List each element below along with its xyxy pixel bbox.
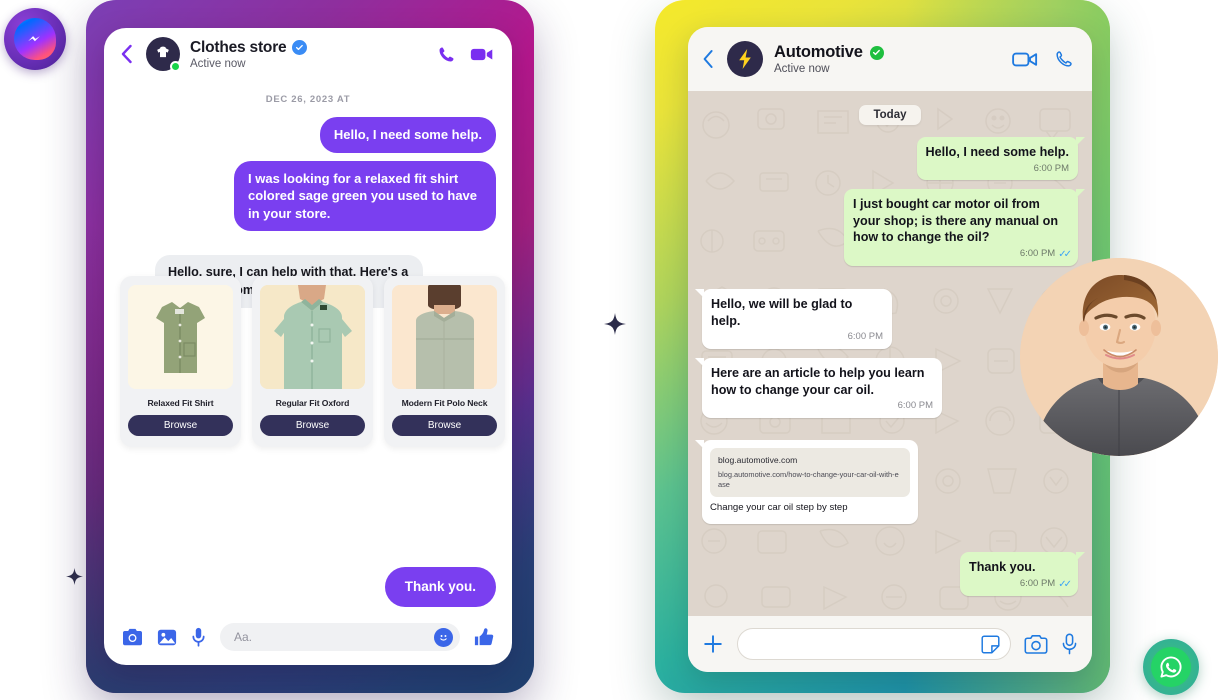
message-row: Thank you. 6:00 PM ✓✓ bbox=[702, 551, 1085, 596]
whatsapp-contact-name: Automotive bbox=[774, 43, 863, 61]
messenger-contact-info: Clothes store Active now bbox=[190, 39, 427, 70]
clothing-store-icon[interactable] bbox=[146, 37, 181, 72]
message-input[interactable] bbox=[737, 628, 1011, 660]
browse-button[interactable]: Browse bbox=[260, 415, 365, 436]
message-bubble-link-preview[interactable]: blog.automotive.com blog.automotive.com/… bbox=[695, 439, 918, 524]
phone-icon[interactable] bbox=[1054, 49, 1074, 69]
chevron-left-icon[interactable] bbox=[120, 44, 136, 64]
product-card[interactable]: Modern Fit Polo Neck Browse bbox=[384, 276, 505, 447]
microphone-icon[interactable] bbox=[1061, 633, 1078, 655]
messenger-logo-badge[interactable] bbox=[4, 8, 66, 70]
thumbs-up-icon[interactable] bbox=[474, 627, 494, 647]
sticker-icon[interactable] bbox=[981, 634, 1000, 654]
message-input[interactable]: Aa. bbox=[220, 623, 460, 651]
chevron-left-icon[interactable] bbox=[702, 49, 716, 69]
microphone-icon[interactable] bbox=[191, 627, 206, 647]
verified-check-icon bbox=[292, 40, 308, 55]
read-receipt-icon: ✓✓ bbox=[1058, 248, 1072, 260]
messenger-datestamp: DEC 26, 2023 AT bbox=[265, 94, 351, 105]
whatsapp-contact-status: Active now bbox=[774, 63, 830, 75]
whatsapp-contact-info: Automotive Active now bbox=[774, 43, 1001, 75]
messenger-bubble-icon bbox=[14, 18, 56, 60]
whatsapp-phone-icon bbox=[1151, 647, 1191, 687]
product-image bbox=[128, 285, 233, 389]
camera-icon[interactable] bbox=[122, 628, 143, 647]
smiling-young-man-photo bbox=[1020, 258, 1218, 456]
link-preview-card[interactable]: blog.automotive.com blog.automotive.com/… bbox=[710, 447, 910, 497]
product-title: Modern Fit Polo Neck bbox=[401, 398, 488, 408]
message-meta: 6:00 PM bbox=[926, 163, 1069, 176]
product-card[interactable]: Relaxed Fit Shirt Browse bbox=[120, 276, 241, 447]
lightning-bolt-icon[interactable] bbox=[727, 41, 763, 77]
message-row: I was looking for a relaxed fit shirt co… bbox=[120, 160, 496, 232]
browse-button[interactable]: Browse bbox=[128, 415, 233, 436]
message-text: I just bought car motor oil from your sh… bbox=[853, 197, 1059, 245]
message-time: 6:00 PM bbox=[1019, 577, 1056, 589]
whatsapp-header: Automotive Active now bbox=[688, 27, 1092, 91]
message-bubble-outgoing: I just bought car motor oil from your sh… bbox=[844, 189, 1085, 267]
camera-icon[interactable] bbox=[1024, 634, 1048, 655]
message-text: Hello, we will be glad to help. bbox=[711, 297, 853, 328]
plus-icon[interactable] bbox=[702, 633, 724, 655]
message-bubble-outgoing: Hello, I need some help. bbox=[319, 117, 496, 153]
browse-button[interactable]: Browse bbox=[392, 415, 497, 436]
messenger-message-list: DEC 26, 2023 AT Hello, I need some help.… bbox=[104, 80, 512, 609]
message-bubble-incoming: Here are an article to help you learn ho… bbox=[695, 357, 942, 418]
messenger-header: Clothes store Active now bbox=[104, 28, 512, 80]
sparkle-middle bbox=[604, 313, 626, 340]
product-card[interactable]: Regular Fit Oxford Browse bbox=[252, 276, 373, 447]
message-time: 6:00 PM bbox=[847, 331, 883, 343]
message-bubble-outgoing: Hello, I need some help. 6:00 PM bbox=[916, 137, 1086, 181]
message-row: Hello, I need some help. 6:00 PM bbox=[702, 137, 1086, 181]
smiley-icon[interactable] bbox=[434, 627, 453, 647]
message-time: 6:00 PM bbox=[897, 400, 933, 412]
screenshot-stage: Clothes store Active now DEC 26, 2023 AT bbox=[0, 0, 1219, 700]
message-bubble-outgoing: Thank you. bbox=[384, 567, 496, 608]
message-text: Hello, I need some help. bbox=[925, 145, 1069, 159]
message-meta: 6:00 PM ✓✓ bbox=[853, 248, 1072, 261]
sparkle-left bbox=[66, 568, 83, 590]
message-bubble-outgoing: I was looking for a relaxed fit shirt co… bbox=[234, 160, 496, 232]
messenger-contact-name: Clothes store bbox=[190, 38, 287, 56]
whatsapp-logo-badge[interactable] bbox=[1143, 639, 1199, 695]
day-divider: Today bbox=[859, 105, 921, 125]
message-row: Hello, I need some help. bbox=[120, 117, 496, 153]
message-time: 6:00 PM bbox=[1019, 248, 1056, 260]
video-camera-icon[interactable] bbox=[1012, 50, 1038, 69]
message-row: Thank you. bbox=[120, 567, 496, 608]
messenger-contact-status: Active now bbox=[190, 57, 246, 70]
message-bubble-outgoing: Thank you. 6:00 PM ✓✓ bbox=[960, 551, 1085, 596]
message-row: blog.automotive.com blog.automotive.com/… bbox=[695, 439, 1078, 524]
phone-icon[interactable] bbox=[437, 45, 456, 64]
messenger-header-actions bbox=[437, 45, 494, 64]
video-camera-icon[interactable] bbox=[470, 45, 494, 64]
online-status-dot bbox=[170, 61, 181, 72]
whatsapp-composer bbox=[688, 616, 1092, 672]
read-receipt-icon: ✓✓ bbox=[1058, 578, 1072, 590]
messenger-chat-window: Clothes store Active now DEC 26, 2023 AT bbox=[104, 28, 512, 665]
message-meta: 6:00 PM ✓✓ bbox=[969, 577, 1072, 591]
product-title: Regular Fit Oxford bbox=[275, 398, 350, 408]
link-preview-url: blog.automotive.com/how-to-change-your-c… bbox=[718, 470, 899, 489]
whatsapp-header-actions bbox=[1012, 49, 1074, 69]
product-image bbox=[260, 285, 365, 389]
message-time: 6:00 PM bbox=[1033, 162, 1069, 174]
message-text: Thank you. bbox=[969, 559, 1036, 574]
message-bubble-incoming: Hello, we will be glad to help. 6:00 PM bbox=[695, 289, 892, 349]
message-meta: 6:00 PM bbox=[711, 400, 933, 413]
image-icon[interactable] bbox=[157, 628, 177, 647]
product-carousel[interactable]: Relaxed Fit Shirt Browse Regular Fit Oxf… bbox=[120, 276, 505, 447]
messenger-composer: Aa. bbox=[104, 609, 512, 665]
product-image bbox=[392, 285, 497, 389]
product-title: Relaxed Fit Shirt bbox=[147, 398, 214, 408]
link-preview-host: blog.automotive.com bbox=[718, 454, 798, 465]
link-preview-title: Change your car oil step by step bbox=[710, 501, 848, 513]
message-meta: 6:00 PM bbox=[711, 331, 883, 344]
verified-check-icon bbox=[869, 45, 884, 60]
message-input-placeholder: Aa. bbox=[234, 630, 253, 644]
message-text: Here are an article to help you learn ho… bbox=[711, 365, 925, 397]
message-row: I just bought car motor oil from your sh… bbox=[702, 189, 1085, 267]
